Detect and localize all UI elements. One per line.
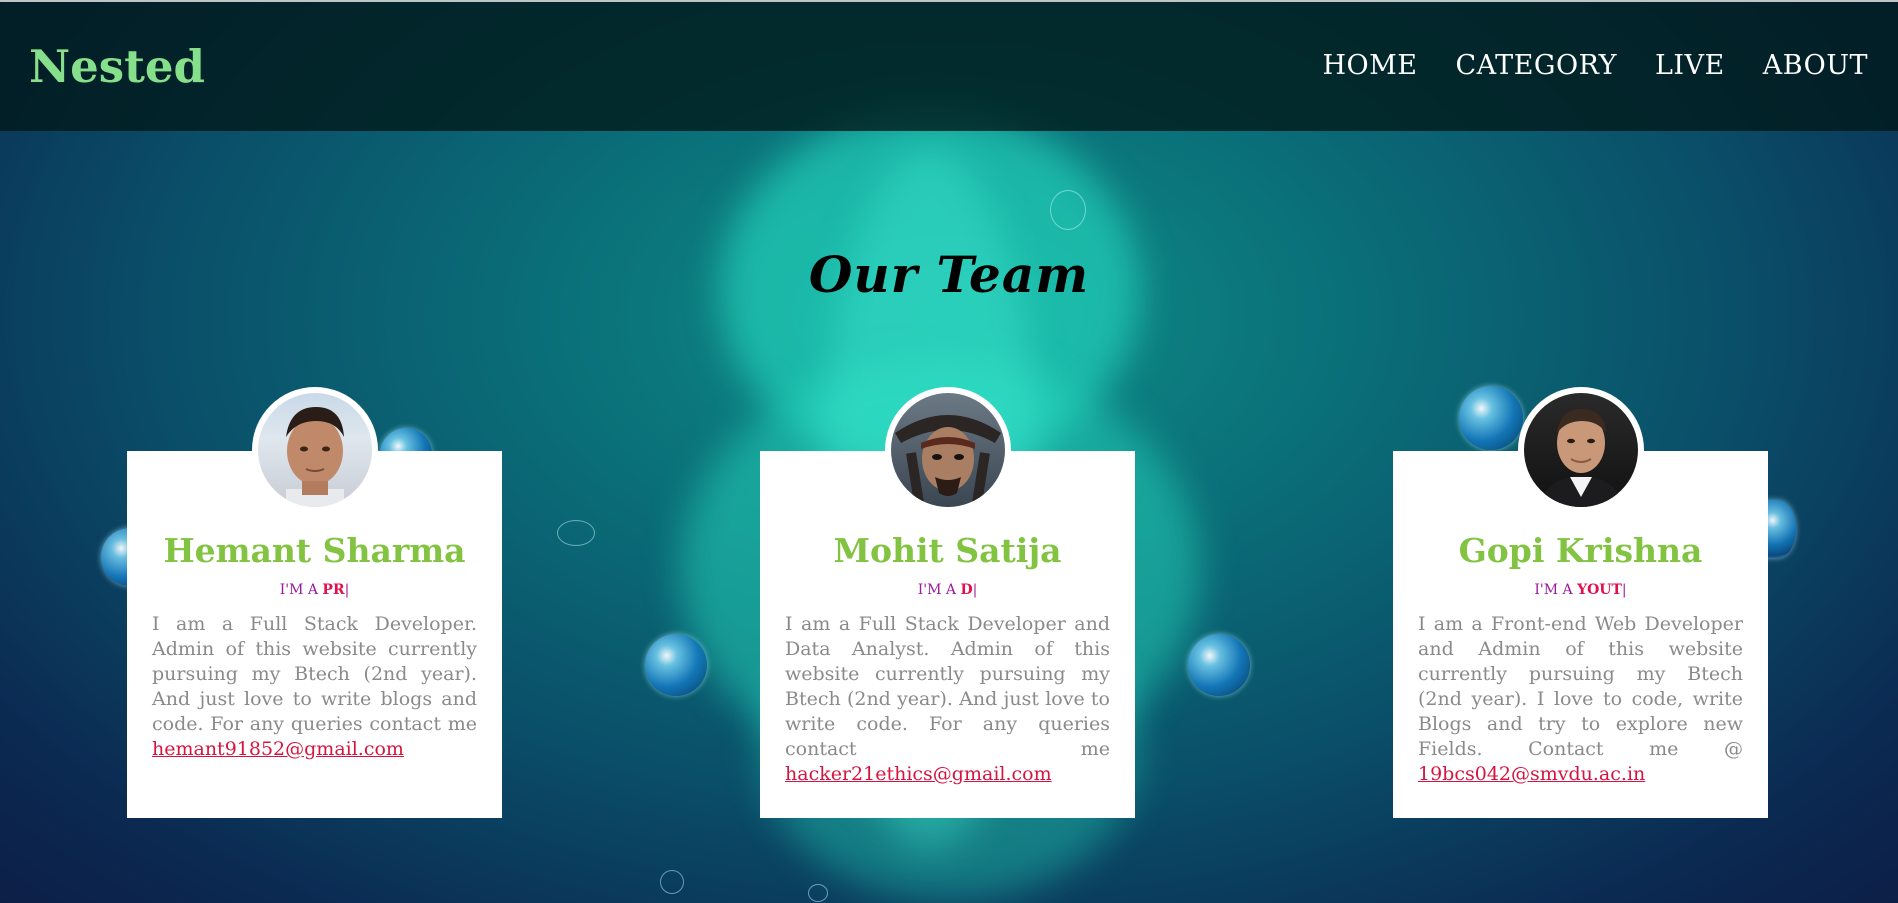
member-role: I'M A D| bbox=[917, 582, 978, 598]
bubble-decoration bbox=[1459, 386, 1523, 450]
member-role: I'M A PR| bbox=[279, 582, 350, 598]
avatar bbox=[884, 387, 1011, 513]
avatar bbox=[251, 387, 378, 513]
team-card-mohit: Mohit Satija I'M A D| I am a Full Stack … bbox=[760, 387, 1135, 818]
member-name: Gopi Krishna bbox=[1458, 531, 1703, 570]
member-email-link[interactable]: hemant91852@gmail.com bbox=[152, 738, 404, 760]
site-header: Nested HOME CATEGORY LIVE ABOUT bbox=[0, 2, 1898, 131]
nav-live[interactable]: LIVE bbox=[1655, 50, 1725, 81]
bubble-decoration bbox=[645, 634, 707, 696]
nav-home[interactable]: HOME bbox=[1322, 50, 1417, 81]
member-email-link[interactable]: 19bcs042@smvdu.ac.in bbox=[1418, 763, 1645, 785]
member-description: I am a Full Stack Developer. Admin of th… bbox=[152, 613, 477, 760]
bubble-decoration bbox=[1188, 634, 1250, 696]
avatar bbox=[1517, 387, 1644, 513]
team-card-gopi: Gopi Krishna I'M A YOUT| I am a Front-en… bbox=[1393, 387, 1768, 818]
bubble-decoration bbox=[557, 520, 595, 546]
bubble-decoration bbox=[808, 884, 828, 902]
member-name: Hemant Sharma bbox=[163, 531, 466, 570]
member-description: I am a Front-end Web Developer and Admin… bbox=[1418, 613, 1743, 785]
member-name: Mohit Satija bbox=[833, 531, 1062, 570]
nav-category[interactable]: CATEGORY bbox=[1456, 50, 1617, 81]
bubble-decoration bbox=[660, 870, 684, 894]
member-email-link[interactable]: hacker21ethics@gmail.com bbox=[785, 763, 1052, 785]
main-nav: HOME CATEGORY LIVE ABOUT bbox=[1322, 50, 1868, 81]
brand-logo[interactable]: Nested bbox=[29, 40, 205, 93]
section-title: Our Team bbox=[808, 245, 1090, 304]
bubble-decoration bbox=[1050, 190, 1086, 230]
nav-about[interactable]: ABOUT bbox=[1763, 50, 1868, 81]
team-card-hemant: Hemant Sharma I'M A PR| I am a Full Stac… bbox=[127, 387, 502, 818]
member-description: I am a Full Stack Developer and Data Ana… bbox=[785, 613, 1110, 785]
member-role: I'M A YOUT| bbox=[1534, 582, 1627, 598]
